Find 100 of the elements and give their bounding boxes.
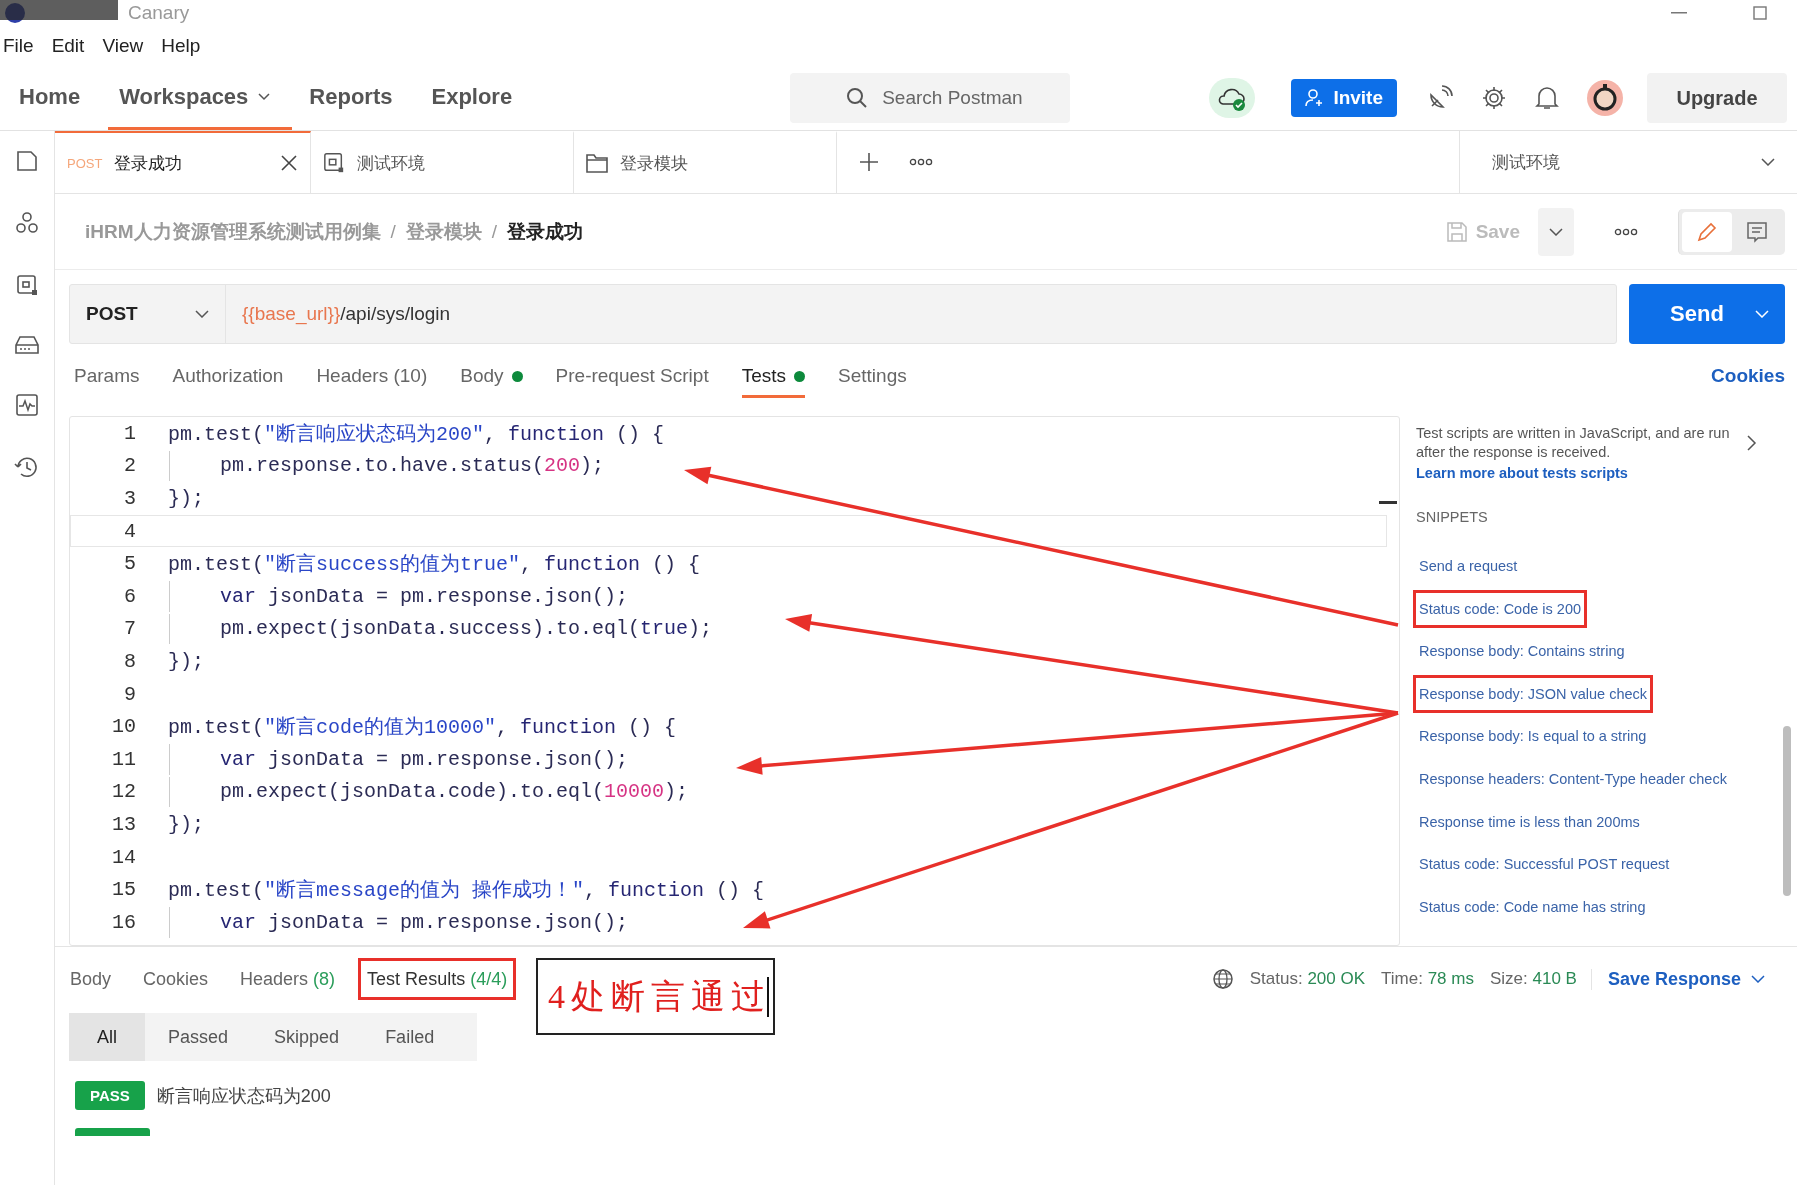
status-badge: PASS	[75, 1081, 145, 1110]
save-response-button[interactable]: Save Response	[1590, 968, 1765, 990]
search-field[interactable]: Search Postman	[790, 73, 1071, 123]
line-number: 13	[111, 812, 137, 836]
filter-tab[interactable]: Skipped	[251, 1013, 363, 1061]
filter-tab[interactable]: All	[69, 1013, 145, 1061]
snippet-link[interactable]: Status code: Code is 200	[1413, 589, 1588, 628]
avatar-icon[interactable]	[1587, 80, 1623, 116]
request-option-tab[interactable]: Settings	[838, 354, 907, 398]
line-number: 8	[123, 649, 137, 673]
line-number: 3	[123, 487, 137, 510]
request-option-tab[interactable]: Authorization	[172, 354, 284, 398]
window-title: Canary	[128, 2, 190, 24]
tab-label: 登录模块	[620, 152, 688, 175]
code-line: var jsonData = pm.response.json();	[219, 910, 629, 934]
scrollbar[interactable]	[1379, 501, 1397, 504]
settings-icon[interactable]	[1481, 85, 1507, 111]
snippet-link[interactable]: Response headers: Content-Type header check	[1413, 759, 1733, 798]
code-line: var jsonData = pm.response.json();	[219, 747, 629, 771]
close-icon[interactable]	[280, 154, 298, 172]
response-tab[interactable]: Body	[61, 958, 121, 1000]
more-icon[interactable]	[909, 158, 933, 166]
menu-item[interactable]: File	[3, 35, 34, 57]
response-tab[interactable]: Headers (8)	[231, 958, 345, 1000]
tab-label: 测试环境	[357, 152, 425, 175]
tab-label: 登录成功	[114, 152, 183, 175]
line-number: 12	[111, 780, 137, 804]
collections-icon[interactable]	[15, 149, 39, 173]
snippet-link[interactable]: Status code: Code name has string	[1413, 887, 1652, 926]
upgrade-button[interactable]: Upgrade	[1647, 73, 1787, 123]
request-tab[interactable]: 登录模块	[574, 131, 837, 193]
code-line: pm.test("断言响应状态码为200", function () {	[168, 421, 665, 447]
time-text: Time: 78 ms	[1381, 969, 1474, 989]
filter-tab[interactable]: Failed	[362, 1013, 458, 1061]
code-line: });	[168, 649, 204, 673]
request-option-tab[interactable]: Tests	[741, 354, 806, 398]
breadcrumb-item[interactable]: 登录成功	[507, 218, 584, 245]
line-number: 11	[111, 747, 137, 771]
comment-icon	[1746, 220, 1768, 243]
search-icon	[846, 87, 869, 109]
chevron-down-icon	[1755, 310, 1769, 318]
request-option-tab[interactable]: Params	[74, 354, 140, 398]
request-tab[interactable]: POST 登录成功	[55, 131, 311, 193]
cloud-sync-icon[interactable]	[1209, 78, 1256, 118]
line-number: 6	[123, 584, 137, 608]
invite-button[interactable]: Invite	[1291, 79, 1397, 117]
globe-icon[interactable]	[1211, 968, 1234, 990]
code-line: pm.response.to.have.status(200);	[219, 454, 605, 478]
minimize-icon[interactable]	[1671, 11, 1687, 15]
satellite-icon[interactable]	[1427, 85, 1453, 111]
apis-icon[interactable]	[15, 211, 39, 235]
line-number: 2	[123, 454, 137, 478]
environments-icon[interactable]	[15, 273, 39, 297]
request-option-tab[interactable]: Headers (10)	[316, 354, 428, 398]
menu-item[interactable]: Edit	[51, 35, 85, 57]
nav-tab[interactable]: Reports	[298, 66, 415, 130]
snippet-link[interactable]: Response time is less than 200ms	[1413, 802, 1646, 841]
maximize-icon[interactable]	[1753, 6, 1767, 20]
plus-icon[interactable]	[859, 152, 879, 172]
snippet-link[interactable]: Send a request	[1413, 547, 1524, 585]
method-label: POST	[67, 155, 103, 171]
snippet-link[interactable]: Response body: Contains string	[1413, 632, 1631, 671]
line-number: 16	[111, 910, 137, 934]
filter-tab[interactable]: Passed	[145, 1013, 252, 1061]
code-line: pm.test("断言code的值为10000", function () {	[168, 715, 677, 741]
chevron-right-icon[interactable]	[1747, 435, 1757, 451]
request-option-tab[interactable]: Pre-request Script	[555, 354, 709, 398]
test-name: 断言响应状态码为200	[156, 1084, 331, 1108]
environment-icon	[323, 152, 345, 174]
folder-icon	[586, 153, 608, 173]
line-number: 9	[123, 682, 137, 706]
learn-more-link[interactable]: Learn more about tests scripts	[1416, 465, 1757, 481]
code-editor[interactable]	[69, 416, 1400, 946]
section-heading: SNIPPETS	[1416, 509, 1489, 525]
monitor-icon[interactable]	[15, 393, 39, 417]
mock-server-icon[interactable]	[14, 335, 40, 355]
scrollbar[interactable]	[1783, 726, 1791, 896]
nav-tab[interactable]: Workspaces	[108, 66, 293, 130]
nav-tab[interactable]: Explore	[420, 66, 535, 130]
size-text: Size: 410 B	[1489, 969, 1577, 989]
history-icon[interactable]	[14, 455, 40, 479]
cookies-link[interactable]: Cookies	[1711, 365, 1785, 387]
send-button[interactable]: Send	[1629, 284, 1785, 344]
response-tab[interactable]: Test Results (4/4)	[358, 958, 517, 1000]
request-option-tab[interactable]: Body	[460, 354, 523, 398]
snippet-link[interactable]: Response body: Is equal to a string	[1413, 717, 1653, 756]
response-tab[interactable]: Cookies	[134, 958, 218, 1000]
snippet-link[interactable]: Status code: Successful POST request	[1413, 845, 1676, 884]
chevron-down-icon	[258, 92, 271, 101]
request-tab[interactable]: 测试环境	[311, 131, 574, 193]
chevron-down-icon	[1751, 975, 1765, 983]
menu-item[interactable]: Help	[161, 35, 201, 57]
snippet-link[interactable]: Response body: JSON value check	[1413, 674, 1654, 713]
menu-item[interactable]: View	[102, 35, 144, 57]
bell-icon[interactable]	[1535, 85, 1559, 111]
environment-select[interactable]: 测试环境	[1459, 131, 1797, 193]
nav-tab[interactable]: Home	[8, 66, 103, 130]
code-line: });	[168, 487, 204, 510]
more-icon[interactable]	[1614, 227, 1638, 236]
code-line: pm.expect(jsonData.success).to.eql(true);	[219, 617, 713, 641]
